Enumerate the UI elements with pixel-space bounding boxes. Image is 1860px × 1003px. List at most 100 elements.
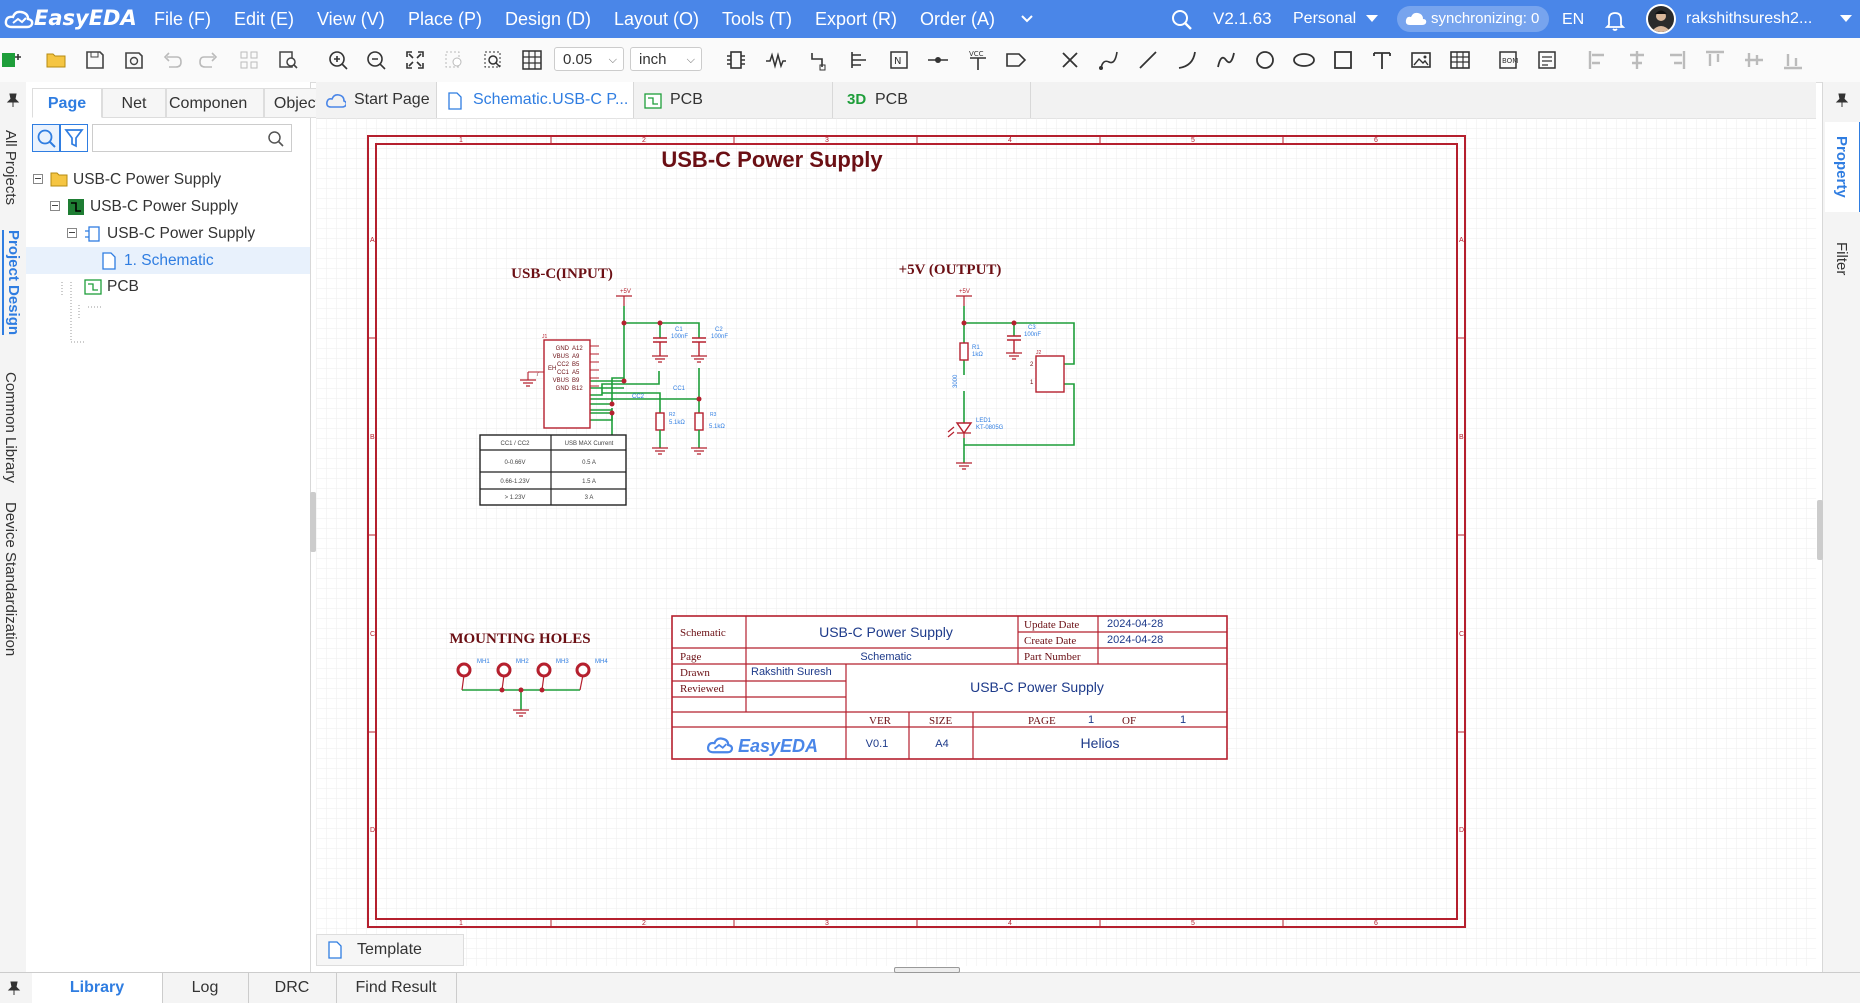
tab-template-page[interactable]: Template Page — [316, 934, 464, 988]
right-resize-handle[interactable] — [1817, 500, 1823, 560]
tree-item-page[interactable]: 1. Schematic — [26, 247, 310, 274]
tab-all-projects[interactable]: All Projects — [2, 130, 19, 205]
zoom-selection-icon[interactable] — [442, 48, 466, 72]
align-right-icon[interactable] — [1664, 48, 1688, 72]
chevron-down-icon[interactable] — [1020, 14, 1034, 24]
tab-device-standardization[interactable]: Device Standardization — [2, 502, 19, 656]
pin-icon[interactable] — [5, 92, 21, 108]
user-dropdown-icon[interactable] — [1840, 15, 1852, 23]
tree-item-board[interactable]: USB-C Power Supply — [26, 193, 310, 220]
username[interactable]: rakshithsuresh2... — [1686, 10, 1812, 28]
tree-item-project[interactable]: USB-C Power Supply — [26, 166, 310, 193]
menu-view[interactable]: View (V) — [317, 9, 385, 30]
table-icon[interactable] — [1448, 48, 1472, 72]
menu-order[interactable]: Order (A) — [920, 9, 995, 30]
fit-icon[interactable] — [403, 48, 427, 72]
zoom-area-icon[interactable] — [481, 48, 505, 72]
bom-icon[interactable]: BOM — [1496, 48, 1520, 72]
sync-status[interactable]: synchronizing: 0 — [1397, 6, 1549, 32]
menu-layout[interactable]: Layout (O) — [614, 9, 699, 30]
tree-item-pcb[interactable]: PCB — [26, 273, 310, 300]
part-icon[interactable] — [724, 48, 748, 72]
unit-select[interactable]: inch ⌵ — [630, 47, 702, 71]
net-flag-icon[interactable] — [926, 48, 950, 72]
tab-log[interactable]: Log — [162, 973, 249, 1003]
bell-icon[interactable] — [1604, 9, 1626, 31]
tab-pcb[interactable]: PCB — [634, 82, 833, 118]
line-icon[interactable] — [1136, 48, 1160, 72]
save-all-icon[interactable] — [122, 48, 146, 72]
tab-schematic[interactable]: Schematic.USB-C P... — [437, 82, 634, 118]
net-port-icon[interactable] — [1004, 48, 1028, 72]
tab-page[interactable]: Page — [32, 88, 102, 118]
tab-project-design[interactable]: Project Design — [2, 230, 22, 336]
open-folder-icon[interactable] — [44, 48, 68, 72]
menu-design[interactable]: Design (D) — [505, 9, 591, 30]
tab-find-result[interactable]: Find Result — [336, 973, 457, 1003]
tab-net[interactable]: Net — [102, 88, 166, 118]
vcc-icon[interactable]: VCC — [966, 48, 990, 72]
search-button[interactable] — [32, 124, 60, 152]
pin-icon[interactable] — [1834, 92, 1850, 108]
menu-file[interactable]: File (F) — [154, 9, 211, 30]
tab-library[interactable]: Library — [32, 973, 163, 1003]
zoom-out-icon[interactable] — [364, 48, 388, 72]
circle-icon[interactable] — [1253, 48, 1277, 72]
netlist-icon[interactable] — [1535, 48, 1559, 72]
easyeda-logo[interactable]: EasyEDA — [4, 6, 137, 30]
rectangle-icon[interactable] — [1331, 48, 1355, 72]
pin-icon[interactable] — [6, 980, 22, 996]
find-icon[interactable] — [276, 48, 300, 72]
text-icon[interactable] — [1370, 48, 1394, 72]
filter-button[interactable] — [60, 124, 88, 152]
tab-3d-pcb[interactable]: 3D PCB — [833, 82, 1031, 118]
new-icon[interactable] — [0, 48, 24, 72]
group-icon[interactable] — [237, 48, 261, 72]
collapse-icon[interactable] — [67, 228, 77, 238]
tab-filter[interactable]: Filter — [1833, 242, 1850, 275]
image-icon[interactable] — [1409, 48, 1433, 72]
wire-icon[interactable] — [764, 48, 788, 72]
menu-edit[interactable]: Edit (E) — [234, 9, 294, 30]
tab-component[interactable]: Componen — [166, 88, 264, 118]
bus-entry-icon[interactable] — [848, 48, 872, 72]
search-input[interactable] — [97, 128, 261, 150]
menu-tools[interactable]: Tools (T) — [722, 9, 792, 30]
bus-icon[interactable] — [808, 48, 832, 72]
arc-icon[interactable] — [1175, 48, 1199, 72]
align-middle-icon[interactable] — [1742, 48, 1766, 72]
redo-icon[interactable] — [197, 48, 221, 72]
menu-place[interactable]: Place (P) — [408, 9, 482, 30]
grid-icon[interactable] — [520, 48, 544, 72]
collapse-icon[interactable] — [33, 174, 43, 184]
tab-common-library[interactable]: Common Library — [2, 372, 19, 483]
no-connect-icon[interactable] — [1058, 48, 1082, 72]
language-switch[interactable]: EN — [1562, 11, 1584, 29]
tab-property[interactable]: Property — [1825, 122, 1860, 212]
net-label-icon[interactable]: N — [887, 48, 911, 72]
search-icon[interactable] — [1170, 8, 1194, 32]
search-field-icon[interactable] — [267, 130, 285, 148]
undo-icon[interactable] — [160, 48, 184, 72]
ellipse-icon[interactable] — [1292, 48, 1316, 72]
collapse-icon[interactable] — [50, 201, 60, 211]
schematic-canvas[interactable]: 1 2 3 4 5 6 1 2 3 4 5 6 A B C D A B C D … — [316, 118, 1816, 966]
align-left-icon[interactable] — [1586, 48, 1610, 72]
zoom-in-icon[interactable] — [326, 48, 350, 72]
align-bottom-icon[interactable] — [1781, 48, 1805, 72]
tree-item-schematic[interactable]: USB-C Power Supply — [26, 220, 310, 247]
grid-size-select[interactable]: 0.05 ⌵ — [554, 47, 624, 71]
align-top-icon[interactable] — [1703, 48, 1727, 72]
pen-icon[interactable] — [1097, 48, 1121, 72]
save-icon[interactable] — [83, 48, 107, 72]
plan-dropdown-icon[interactable] — [1366, 15, 1378, 23]
search-field[interactable] — [92, 124, 292, 152]
plan-label[interactable]: Personal — [1293, 10, 1356, 28]
tab-drc[interactable]: DRC — [248, 973, 337, 1003]
bottom-resize-handle[interactable] — [894, 967, 960, 973]
menu-export[interactable]: Export (R) — [815, 9, 897, 30]
bezier-icon[interactable] — [1214, 48, 1238, 72]
avatar[interactable] — [1646, 4, 1676, 34]
align-center-icon[interactable] — [1625, 48, 1649, 72]
tab-start-page[interactable]: Start Page — [316, 82, 437, 118]
